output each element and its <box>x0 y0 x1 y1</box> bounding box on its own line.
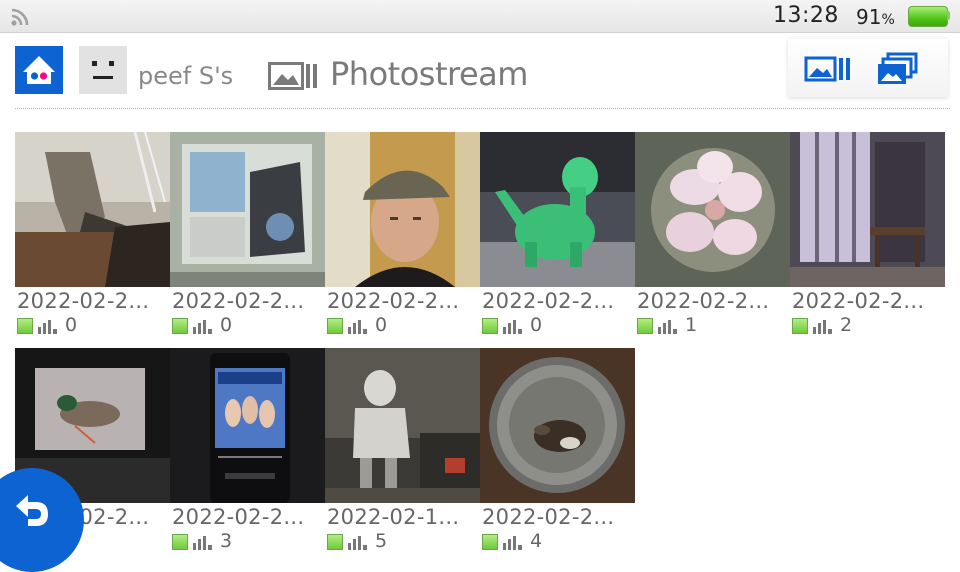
grid-view-button[interactable] <box>876 52 924 86</box>
photostream-icon <box>268 62 317 90</box>
photo-thumbnail[interactable] <box>635 132 790 287</box>
list-view-icon <box>804 56 850 82</box>
view-count: 0 <box>530 314 543 336</box>
back-arrow-icon <box>16 495 48 526</box>
photo-title: 2022-02-1... <box>327 505 460 529</box>
visibility-icon <box>482 534 498 550</box>
photo-title: 2022-02-2... <box>172 505 305 529</box>
home-button[interactable] <box>15 46 63 94</box>
photo-tile[interactable]: 2022-02-2... 1 <box>635 132 790 348</box>
view-count: 5 <box>375 530 388 552</box>
photo-title: 2022-02-2... <box>17 289 150 313</box>
visibility-icon <box>327 318 343 334</box>
stats-icon <box>193 320 212 334</box>
view-count: 3 <box>220 530 233 552</box>
photo-title: 2022-02-2... <box>482 289 615 313</box>
view-count: 0 <box>65 314 78 336</box>
view-mode-panel <box>788 39 948 97</box>
stats-icon <box>38 320 57 334</box>
stats-icon <box>503 320 522 334</box>
view-count: 2 <box>840 314 853 336</box>
visibility-icon <box>17 318 33 334</box>
visibility-icon <box>482 318 498 334</box>
photo-title: 2022-02-2... <box>637 289 770 313</box>
stats-icon <box>193 536 212 550</box>
user-name[interactable]: peef S's <box>138 62 233 90</box>
photo-tile[interactable]: 2022-02-2... 3 <box>170 348 325 564</box>
photo-tile[interactable]: 2022-02-1... 5 <box>325 348 480 564</box>
battery-percent: 91% <box>856 5 895 29</box>
list-view-button[interactable] <box>804 52 852 86</box>
stats-icon <box>348 536 367 550</box>
photo-tile[interactable]: 2022-02-2... 0 <box>325 132 480 348</box>
view-count: 1 <box>685 314 698 336</box>
photo-tile[interactable]: 2022-02-2... 0 <box>480 132 635 348</box>
grid-view-icon <box>878 52 918 84</box>
photo-thumbnail[interactable] <box>170 348 325 503</box>
photo-thumbnail[interactable] <box>15 132 170 287</box>
home-icon <box>23 56 55 84</box>
visibility-icon <box>327 534 343 550</box>
clock: 13:28 <box>773 3 839 28</box>
visibility-icon <box>172 318 188 334</box>
avatar[interactable] <box>79 46 127 94</box>
stats-icon <box>348 320 367 334</box>
view-count: 0 <box>375 314 388 336</box>
photo-thumbnail[interactable] <box>325 132 480 287</box>
view-count: 4 <box>530 530 543 552</box>
visibility-icon <box>637 318 653 334</box>
photo-thumbnail[interactable] <box>790 132 945 287</box>
stats-icon <box>813 320 832 334</box>
photo-thumbnail[interactable] <box>480 348 635 503</box>
visibility-icon <box>172 534 188 550</box>
battery-icon <box>908 6 948 27</box>
wifi-icon <box>11 8 29 26</box>
photo-title: 2022-02-2... <box>172 289 305 313</box>
avatar-icon <box>92 61 114 79</box>
status-bar: 13:28 91% <box>0 0 960 33</box>
photo-title: 2022-02-2... <box>792 289 925 313</box>
photo-thumbnail[interactable] <box>325 348 480 503</box>
photo-tile[interactable]: 2022-02-2... 0 <box>170 132 325 348</box>
visibility-icon <box>792 318 808 334</box>
photo-title: 2022-02-2... <box>327 289 460 313</box>
stats-icon <box>503 536 522 550</box>
battery-nub <box>947 11 950 20</box>
photo-tile[interactable]: 2022-02-2... 0 <box>15 132 170 348</box>
header: peef S's Photostream <box>0 33 960 109</box>
stats-icon <box>658 320 677 334</box>
photo-thumbnail[interactable] <box>170 132 325 287</box>
photo-tile[interactable]: 2022-02-2... 4 <box>480 348 635 564</box>
photo-title: 2022-02-2... <box>482 505 615 529</box>
photo-thumbnail[interactable] <box>480 132 635 287</box>
photo-tile[interactable]: 2022-02-2... 2 <box>790 132 945 348</box>
page-title: Photostream <box>330 55 528 93</box>
header-divider <box>15 108 950 109</box>
view-count: 0 <box>220 314 233 336</box>
